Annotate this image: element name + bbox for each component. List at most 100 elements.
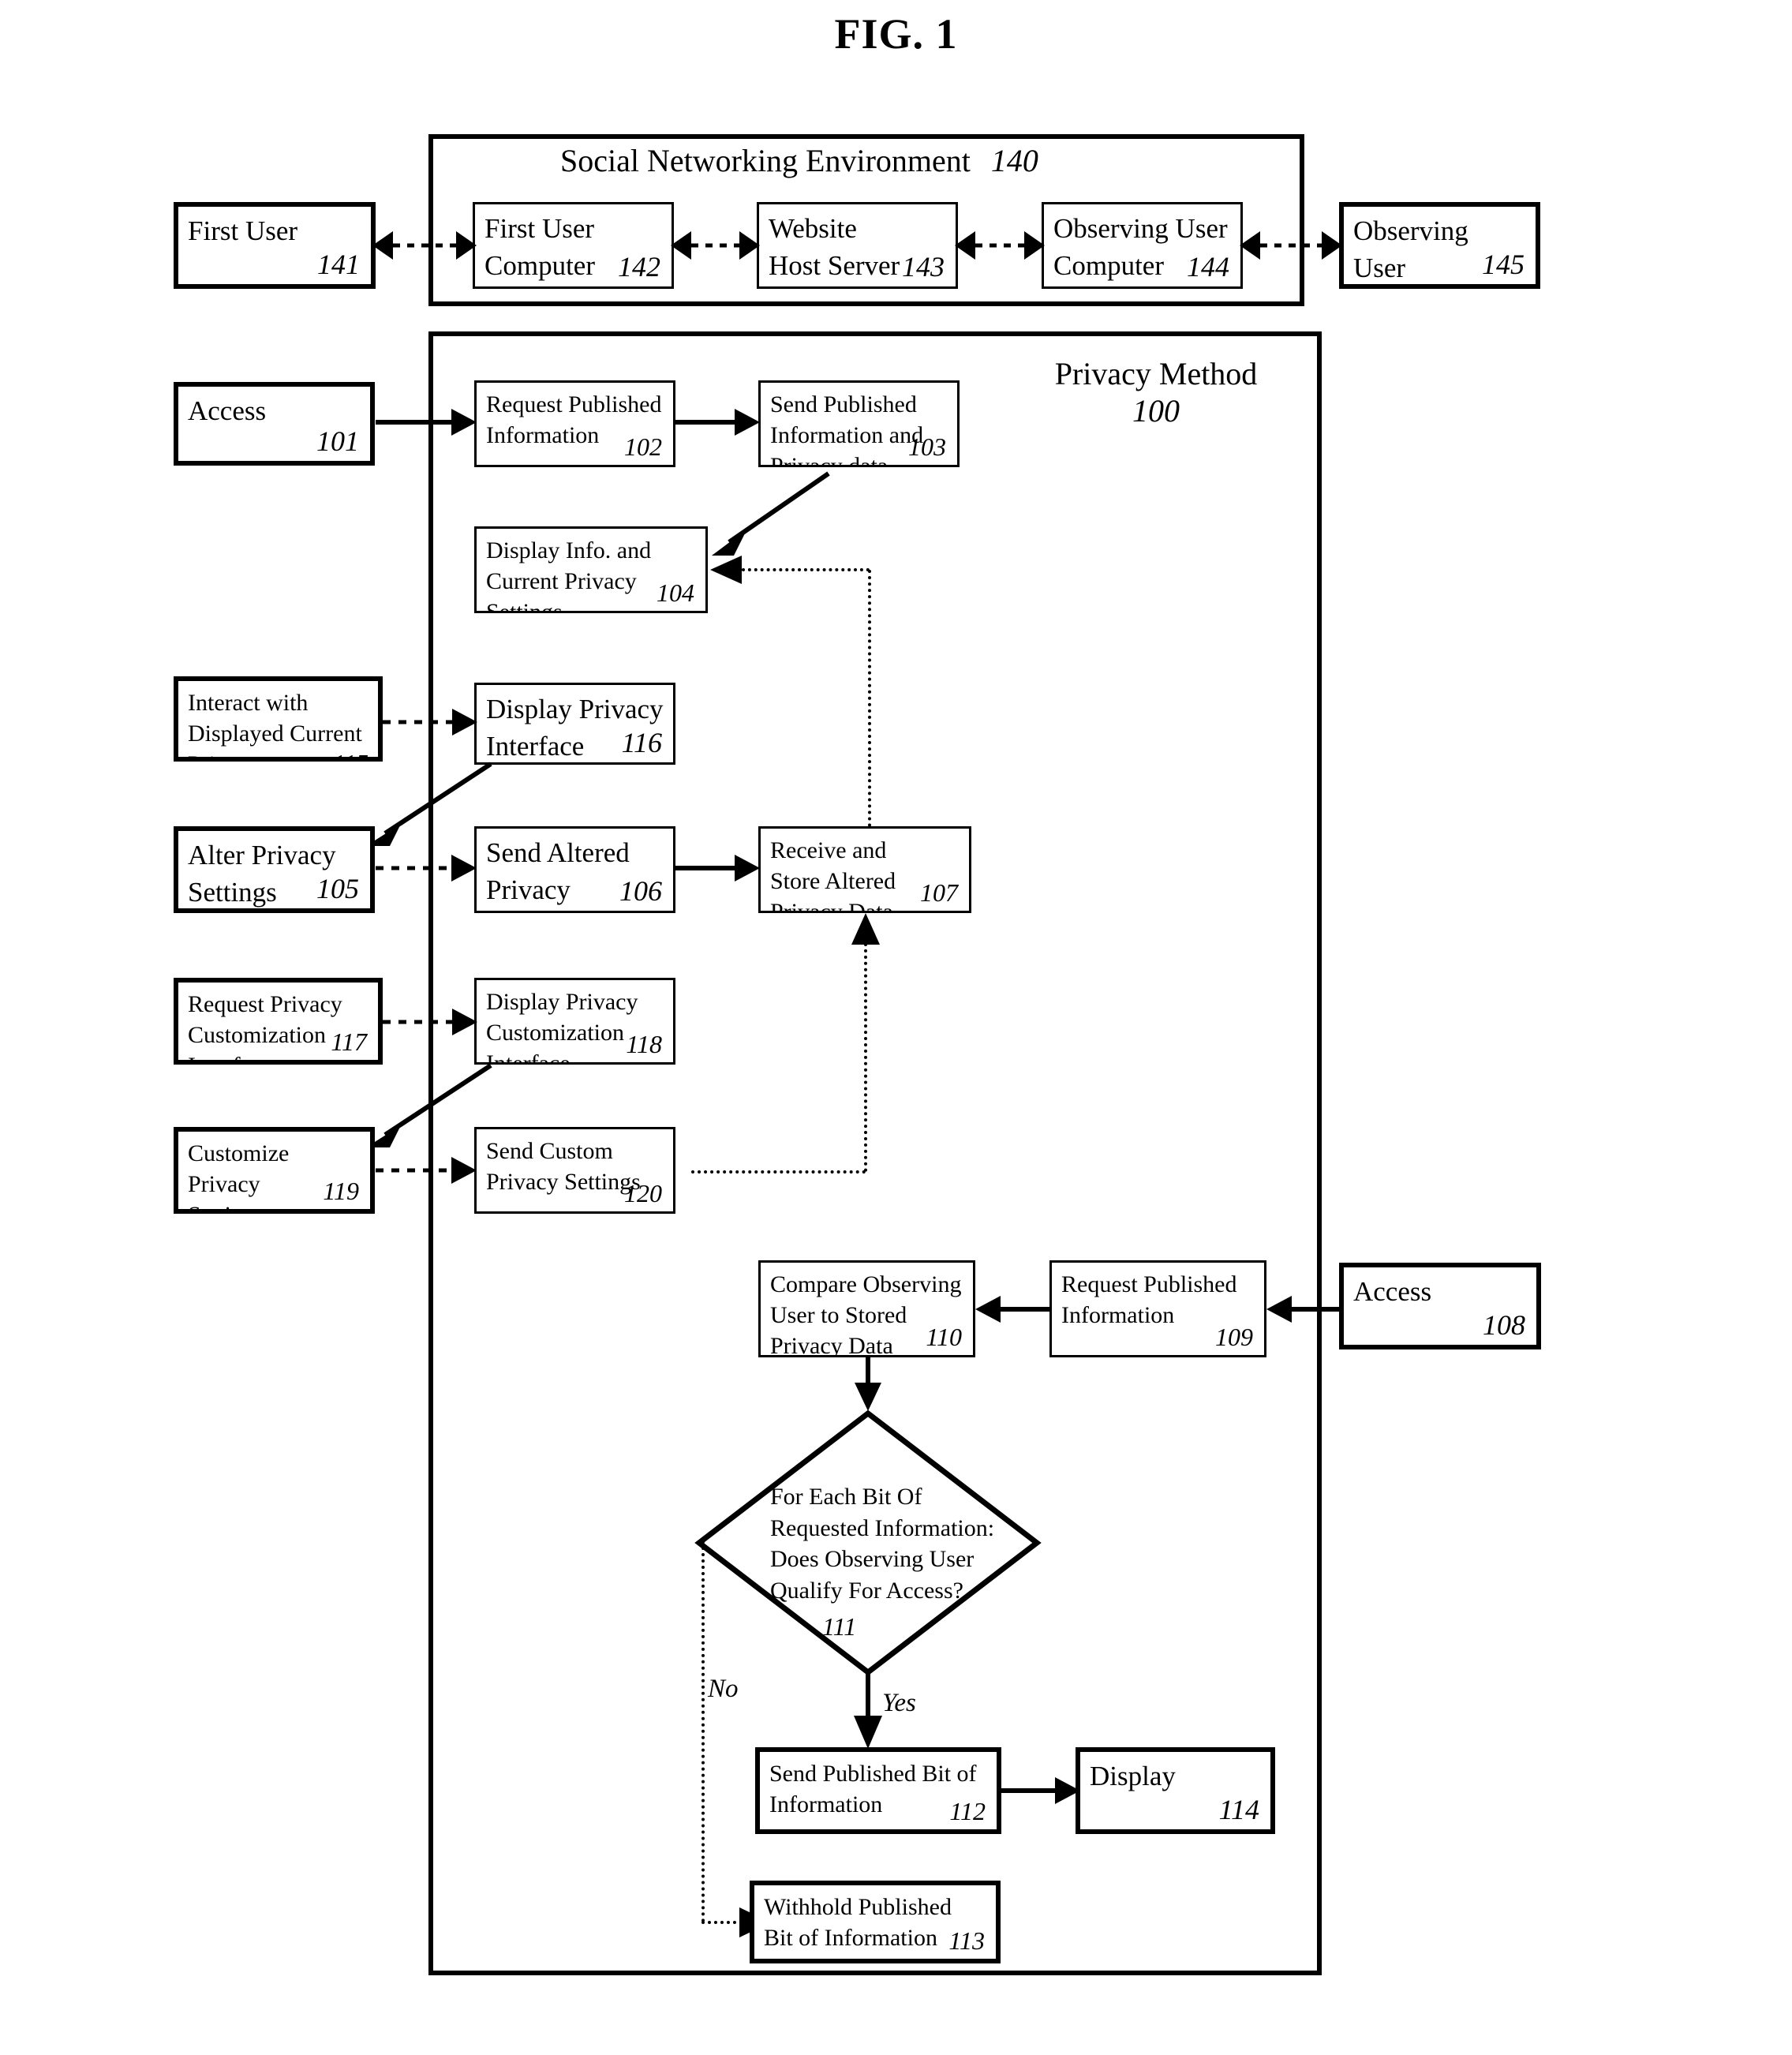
node-104-line-0: Display Info. and [486, 537, 652, 563]
patent-figure: FIG. 1 Social Networking Environment 140 … [0, 0, 1792, 2055]
node-receive-store-altered-107[interactable]: Receive and Store Altered Privacy Data 1… [758, 826, 971, 913]
edge-label-yes: Yes [882, 1689, 916, 1717]
edge-label-no: No [708, 1675, 739, 1703]
node-observing-user-computer-ref: 144 [1187, 251, 1229, 283]
arrow-103-104 [694, 467, 836, 562]
node-118-line-0: Display Privacy [486, 989, 638, 1015]
privacy-method-label: Privacy Method 100 [1034, 355, 1278, 429]
node-110-ref: 110 [926, 1323, 962, 1351]
node-access-101[interactable]: Access 101 [174, 382, 375, 466]
node-119-ref: 119 [323, 1177, 359, 1205]
node-103-line-0: Send Published [770, 391, 917, 417]
privacy-method-ref: 100 [1132, 393, 1180, 429]
node-observing-user-line-0: Observing [1353, 215, 1468, 246]
node-request-published-information-109[interactable]: Request Published Information 109 [1049, 1260, 1266, 1357]
node-observing-user-ref: 145 [1482, 249, 1525, 280]
node-display-info-104[interactable]: Display Info. and Current Privacy Settin… [474, 526, 708, 613]
node-116-ref: 116 [621, 727, 662, 758]
arrow-110-111 [851, 1357, 885, 1411]
arrow-102-103 [675, 406, 760, 438]
arrow-112-114 [1001, 1775, 1080, 1806]
feedback-107-horizontal [742, 568, 870, 571]
arrow-108-109 [1266, 1293, 1341, 1325]
sne-label-text: Social Networking Environment [560, 143, 971, 178]
arrow-117-118 [383, 1006, 477, 1038]
node-118-ref: 118 [626, 1030, 662, 1058]
arrow-142-143 [671, 227, 760, 264]
node-114-ref: 114 [1218, 1794, 1259, 1825]
node-display-customization-118[interactable]: Display Privacy Customization Interface … [474, 978, 675, 1065]
node-108-line-0: Access [1353, 1276, 1432, 1307]
node-website-host-server[interactable]: Website Host Server 143 [757, 202, 958, 289]
node-102-ref: 102 [624, 432, 662, 461]
node-107-line-0: Receive and [770, 837, 887, 863]
node-observing-user-computer-line-0: Observing User [1053, 213, 1228, 244]
node-website-host-server-ref: 143 [902, 251, 945, 283]
node-115-line-2: Privacy Setting [188, 749, 318, 757]
node-first-user-computer-ref: 142 [618, 251, 660, 283]
node-send-published-information-103[interactable]: Send Published Information and Privacy d… [758, 380, 960, 467]
node-109-line-0: Request Published [1061, 1271, 1237, 1297]
node-withhold-published-bit-113[interactable]: Withhold Published Bit of Information 11… [750, 1881, 1001, 1963]
node-105-line-0: Alter Privacy [188, 840, 336, 870]
sne-ref: 140 [990, 143, 1038, 178]
node-observing-user-computer[interactable]: Observing User Computer 144 [1042, 202, 1243, 289]
arrow-119-120 [376, 1155, 477, 1186]
node-120-ref: 120 [624, 1179, 662, 1207]
node-access-108[interactable]: Access 108 [1339, 1263, 1541, 1349]
node-109-ref: 109 [1215, 1323, 1253, 1351]
node-first-user-computer[interactable]: First User Computer 142 [473, 202, 674, 289]
privacy-method-label-text: Privacy Method [1054, 356, 1258, 391]
node-access-101-ref: 101 [316, 425, 359, 457]
node-first-user[interactable]: First User 141 [174, 202, 376, 289]
feedback-120-vertical [864, 943, 867, 1172]
node-104-ref: 104 [657, 578, 694, 607]
node-117-line-0: Request Privacy [188, 991, 342, 1017]
arrow-feedback-into-104 [710, 554, 748, 586]
node-105-ref: 105 [316, 873, 359, 904]
node-interact-115[interactable]: Interact with Displayed Current Privacy … [174, 676, 383, 762]
node-request-customization-117[interactable]: Request Privacy Customization Interface … [174, 978, 383, 1065]
social-networking-environment-label: Social Networking Environment 140 [560, 142, 1038, 179]
node-first-user-line-0: First User [188, 215, 298, 246]
node-107-ref: 107 [920, 878, 958, 907]
arrow-106-107 [675, 852, 760, 884]
arrow-141-142 [372, 227, 477, 264]
node-website-host-server-line-0: Website [769, 213, 857, 244]
node-115-line-0: Interact with [188, 690, 309, 716]
node-send-altered-privacy-settings-106[interactable]: Send Altered Privacy Settings 106 [474, 826, 675, 913]
node-120-line-0: Send Custom [486, 1138, 613, 1164]
node-106-line-0: Send Altered [486, 837, 630, 868]
node-first-user-ref: 141 [317, 249, 360, 280]
node-112-ref: 112 [949, 1797, 986, 1825]
node-compare-observing-user-110[interactable]: Compare Observing User to Stored Privacy… [758, 1260, 975, 1357]
decision-111-ref: 111 [822, 1612, 857, 1641]
no-branch-vertical [701, 1540, 705, 1922]
node-116-line-0: Display Privacy [486, 694, 664, 724]
arrow-105-106 [376, 852, 477, 884]
feedback-120-horizontal [691, 1170, 866, 1173]
arrow-143-144 [955, 227, 1045, 264]
node-send-published-bit-112[interactable]: Send Published Bit of Information 112 [755, 1747, 1001, 1834]
node-alter-privacy-settings-105[interactable]: Alter Privacy Settings 105 [174, 826, 375, 913]
arrow-101-102 [376, 406, 477, 438]
arrow-115-116 [383, 706, 477, 738]
figure-title: FIG. 1 [834, 10, 958, 58]
node-display-privacy-interface-116[interactable]: Display Privacy Interface 116 [474, 683, 675, 765]
node-send-custom-privacy-settings-120[interactable]: Send Custom Privacy Settings 120 [474, 1127, 675, 1214]
node-103-ref: 103 [908, 432, 946, 461]
node-108-ref: 108 [1483, 1309, 1525, 1341]
node-customize-privacy-settings-119[interactable]: Customize Privacy Settings 119 [174, 1127, 375, 1214]
arrow-144-145 [1240, 227, 1342, 264]
decision-111[interactable]: For Each Bit Of Requested Information: D… [694, 1409, 1042, 1677]
node-115-line-1: Displayed Current [188, 721, 362, 747]
node-request-published-information-102[interactable]: Request Published Information 102 [474, 380, 675, 467]
arrow-yes-branch-112 [851, 1671, 885, 1749]
node-117-ref: 117 [331, 1028, 367, 1056]
node-102-line-0: Request Published [486, 391, 662, 417]
node-110-line-0: Compare Observing [770, 1271, 962, 1297]
node-observing-user[interactable]: Observing User 145 [1339, 202, 1540, 289]
node-113-ref: 113 [948, 1926, 985, 1955]
node-display-114[interactable]: Display 114 [1076, 1747, 1275, 1834]
node-first-user-computer-line-0: First User [484, 213, 595, 244]
